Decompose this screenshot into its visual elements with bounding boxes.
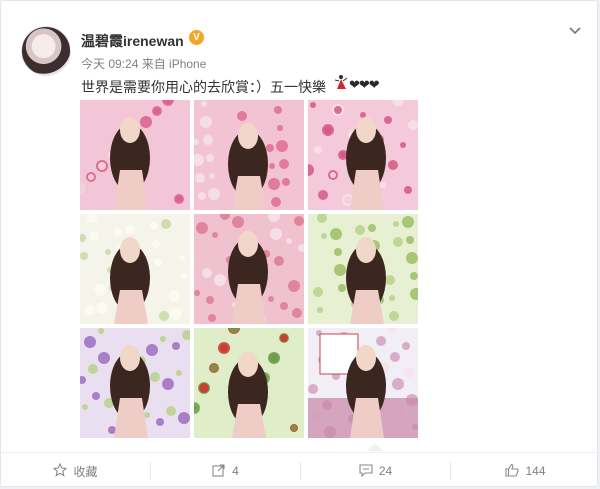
hearts-emoji: ❤❤❤: [349, 77, 380, 92]
avatar[interactable]: [21, 26, 71, 76]
favorite-button[interactable]: 收藏: [1, 453, 150, 489]
action-bar: 收藏 4 24 144: [1, 452, 599, 489]
comment-caret: [367, 443, 383, 451]
post-text: 世界是需要你用心的去欣賞：）五一快樂: [81, 79, 326, 95]
comment-count: 24: [378, 464, 393, 478]
photo-thumbnail[interactable]: [194, 214, 304, 324]
photo-thumbnail[interactable]: [80, 214, 190, 324]
verified-badge-icon: V: [189, 30, 204, 45]
photo-thumbnail[interactable]: [80, 328, 190, 438]
thumbs-up-icon: [505, 463, 520, 480]
weibo-post-card: 温碧霞irenewan V 今天 09:24 来自 iPhone 世界是需要你用…: [0, 0, 599, 489]
comment-icon: [359, 463, 373, 480]
share-icon: [212, 463, 226, 480]
photo-thumbnail[interactable]: [194, 328, 304, 438]
like-count: 144: [525, 464, 546, 478]
dancer-emoji-icon: [334, 74, 348, 92]
post-meta[interactable]: 今天 09:24 来自 iPhone: [81, 55, 206, 72]
chevron-down-icon[interactable]: [567, 23, 583, 39]
favorite-label: 收藏: [73, 464, 98, 479]
photo-thumbnail[interactable]: [80, 100, 190, 210]
photo-thumbnail[interactable]: [308, 328, 418, 438]
photo-thumbnail[interactable]: [194, 100, 304, 210]
username[interactable]: 温碧霞irenewan: [81, 31, 184, 51]
star-icon: [53, 462, 68, 480]
comment-button[interactable]: 24: [301, 453, 450, 489]
photo-thumbnail[interactable]: [308, 100, 418, 210]
repost-count: 4: [232, 464, 239, 478]
photo-grid: [80, 100, 418, 440]
photo-thumbnail[interactable]: [308, 214, 418, 324]
like-button[interactable]: 144: [451, 453, 600, 489]
repost-button[interactable]: 4: [151, 453, 300, 489]
